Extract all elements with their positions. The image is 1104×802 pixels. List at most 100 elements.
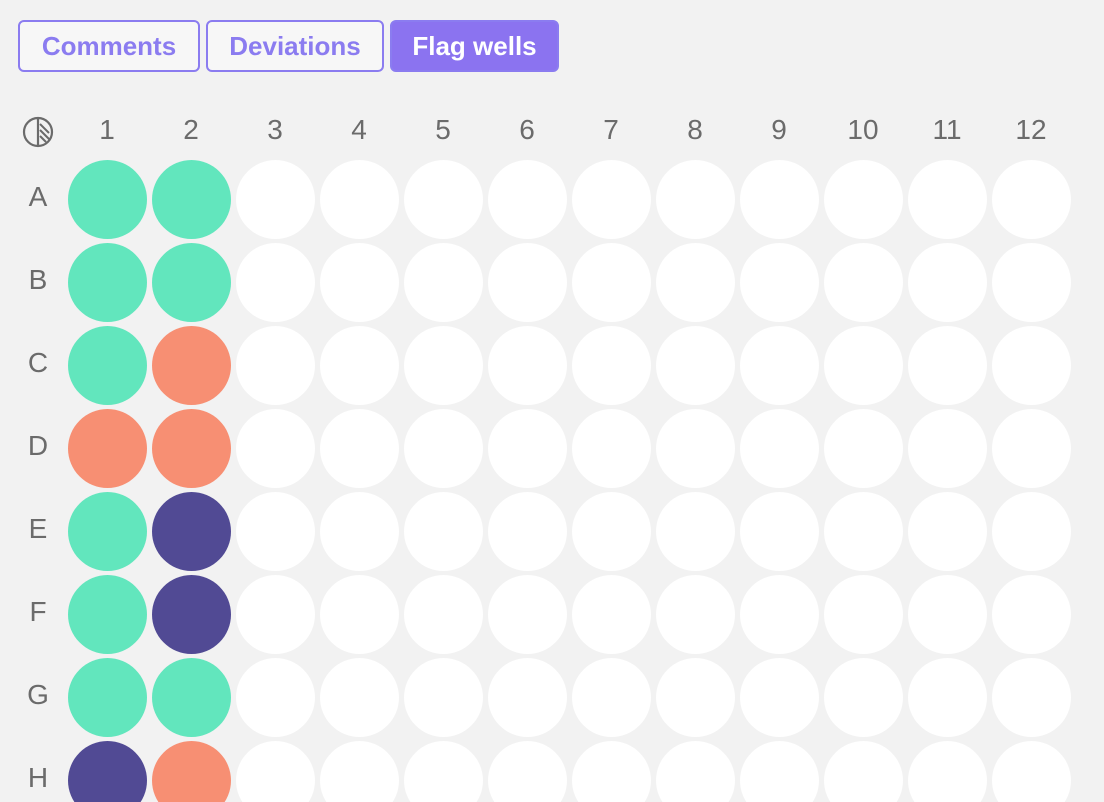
well-B11[interactable] — [907, 242, 987, 322]
well-B6[interactable] — [487, 242, 567, 322]
well-E12[interactable] — [991, 491, 1071, 571]
well-D9[interactable] — [739, 408, 819, 488]
row-label-D[interactable]: D — [18, 430, 58, 462]
well-C12[interactable] — [991, 325, 1071, 405]
well-H2[interactable] — [151, 740, 231, 802]
well-G11[interactable] — [907, 657, 987, 737]
well-D5[interactable] — [403, 408, 483, 488]
well-A1[interactable] — [67, 159, 147, 239]
well-C2[interactable] — [151, 325, 231, 405]
well-C5[interactable] — [403, 325, 483, 405]
well-E5[interactable] — [403, 491, 483, 571]
well-F9[interactable] — [739, 574, 819, 654]
well-F2[interactable] — [151, 574, 231, 654]
well-D12[interactable] — [991, 408, 1071, 488]
well-B7[interactable] — [571, 242, 651, 322]
well-G6[interactable] — [487, 657, 567, 737]
column-label-1[interactable]: 1 — [77, 114, 137, 146]
column-label-7[interactable]: 7 — [581, 114, 641, 146]
well-D8[interactable] — [655, 408, 735, 488]
row-label-E[interactable]: E — [18, 513, 58, 545]
well-B9[interactable] — [739, 242, 819, 322]
well-B3[interactable] — [235, 242, 315, 322]
well-D3[interactable] — [235, 408, 315, 488]
well-D7[interactable] — [571, 408, 651, 488]
well-A9[interactable] — [739, 159, 819, 239]
well-E4[interactable] — [319, 491, 399, 571]
well-G2[interactable] — [151, 657, 231, 737]
well-C3[interactable] — [235, 325, 315, 405]
well-E8[interactable] — [655, 491, 735, 571]
well-H3[interactable] — [235, 740, 315, 802]
well-G4[interactable] — [319, 657, 399, 737]
column-label-9[interactable]: 9 — [749, 114, 809, 146]
well-F7[interactable] — [571, 574, 651, 654]
well-D6[interactable] — [487, 408, 567, 488]
well-D11[interactable] — [907, 408, 987, 488]
well-E6[interactable] — [487, 491, 567, 571]
well-A7[interactable] — [571, 159, 651, 239]
well-G9[interactable] — [739, 657, 819, 737]
well-H5[interactable] — [403, 740, 483, 802]
well-A2[interactable] — [151, 159, 231, 239]
well-F8[interactable] — [655, 574, 735, 654]
column-label-10[interactable]: 10 — [833, 114, 893, 146]
well-G7[interactable] — [571, 657, 651, 737]
row-label-G[interactable]: G — [18, 679, 58, 711]
well-F1[interactable] — [67, 574, 147, 654]
well-H9[interactable] — [739, 740, 819, 802]
tab-deviations[interactable]: Deviations — [206, 20, 384, 72]
column-label-5[interactable]: 5 — [413, 114, 473, 146]
well-B10[interactable] — [823, 242, 903, 322]
well-D1[interactable] — [67, 408, 147, 488]
well-B4[interactable] — [319, 242, 399, 322]
well-D10[interactable] — [823, 408, 903, 488]
well-F3[interactable] — [235, 574, 315, 654]
tab-flag-wells[interactable]: Flag wells — [390, 20, 559, 72]
well-E3[interactable] — [235, 491, 315, 571]
well-B12[interactable] — [991, 242, 1071, 322]
well-E2[interactable] — [151, 491, 231, 571]
well-F11[interactable] — [907, 574, 987, 654]
column-label-2[interactable]: 2 — [161, 114, 221, 146]
well-A11[interactable] — [907, 159, 987, 239]
well-D2[interactable] — [151, 408, 231, 488]
well-F4[interactable] — [319, 574, 399, 654]
well-E1[interactable] — [67, 491, 147, 571]
well-H7[interactable] — [571, 740, 651, 802]
well-C7[interactable] — [571, 325, 651, 405]
well-H4[interactable] — [319, 740, 399, 802]
column-label-4[interactable]: 4 — [329, 114, 389, 146]
well-C8[interactable] — [655, 325, 735, 405]
row-label-A[interactable]: A — [18, 181, 58, 213]
well-G10[interactable] — [823, 657, 903, 737]
well-B2[interactable] — [151, 242, 231, 322]
well-C10[interactable] — [823, 325, 903, 405]
well-C9[interactable] — [739, 325, 819, 405]
column-label-11[interactable]: 11 — [917, 114, 977, 146]
well-H8[interactable] — [655, 740, 735, 802]
well-A3[interactable] — [235, 159, 315, 239]
well-C11[interactable] — [907, 325, 987, 405]
well-C4[interactable] — [319, 325, 399, 405]
well-H11[interactable] — [907, 740, 987, 802]
well-F12[interactable] — [991, 574, 1071, 654]
well-B5[interactable] — [403, 242, 483, 322]
tab-comments[interactable]: Comments — [18, 20, 200, 72]
column-label-6[interactable]: 6 — [497, 114, 557, 146]
plate-layout-icon[interactable] — [22, 116, 54, 148]
well-A5[interactable] — [403, 159, 483, 239]
well-F10[interactable] — [823, 574, 903, 654]
well-H6[interactable] — [487, 740, 567, 802]
well-E7[interactable] — [571, 491, 651, 571]
well-H10[interactable] — [823, 740, 903, 802]
well-H1[interactable] — [67, 740, 147, 802]
column-label-12[interactable]: 12 — [1001, 114, 1061, 146]
row-label-C[interactable]: C — [18, 347, 58, 379]
column-label-8[interactable]: 8 — [665, 114, 725, 146]
well-H12[interactable] — [991, 740, 1071, 802]
well-E11[interactable] — [907, 491, 987, 571]
well-G12[interactable] — [991, 657, 1071, 737]
row-label-F[interactable]: F — [18, 596, 58, 628]
well-G5[interactable] — [403, 657, 483, 737]
